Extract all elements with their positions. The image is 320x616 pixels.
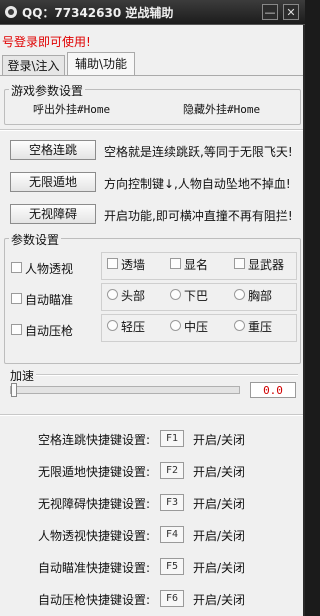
hotkey-field-aimbot[interactable]: F5: [160, 558, 184, 575]
wall-option-label: 透墙: [121, 258, 146, 272]
light-recoil-radio[interactable]: [107, 320, 118, 331]
close-button[interactable]: ✕: [283, 4, 299, 20]
login-notice: 号登录即可使用!: [2, 35, 91, 49]
wallhack-checkbox[interactable]: [11, 262, 22, 273]
wall-option-checkbox[interactable]: [107, 258, 118, 269]
name-option-checkbox[interactable]: [170, 258, 181, 269]
medium-recoil-radio[interactable]: [170, 320, 181, 331]
hotkey-action-underground: 开启/关闭: [193, 465, 246, 479]
hotkey-field-recoil[interactable]: F6: [160, 590, 184, 607]
jump-desc: 空格就是连续跳跃,等同于无限飞天!: [104, 145, 293, 159]
speed-slider-track[interactable]: [10, 386, 240, 394]
client-area: 号登录即可使用! 登录\注入 辅助\功能 游戏参数设置 呼出外挂#Home 隐藏…: [0, 25, 305, 616]
tab-login-inject[interactable]: 登录\注入: [2, 55, 65, 75]
call-hotkey-text: 呼出外挂#Home: [33, 103, 111, 116]
noclip-desc: 开启功能,即可横冲直撞不再有阻拦!: [104, 209, 293, 223]
recoil-label: 自动压枪: [25, 324, 74, 338]
title-bar[interactable]: QQ：77342630 逆战辅助 — ✕: [0, 0, 305, 25]
tab-assist-function[interactable]: 辅助\功能: [67, 52, 135, 75]
tab-divider: [0, 75, 303, 76]
hotkey-action-recoil: 开启/关闭: [193, 593, 246, 607]
speed-value: 0.0: [250, 382, 296, 398]
weapon-option-checkbox[interactable]: [234, 258, 245, 269]
hotkey-action-aimbot: 开启/关闭: [193, 561, 246, 575]
hide-hotkey-text: 隐藏外挂#Home: [183, 103, 261, 116]
aimbot-label: 自动瞄准: [25, 293, 74, 307]
aimbot-checkbox[interactable]: [11, 293, 22, 304]
hotkey-label-noclip: 无视障碍快捷键设置:: [37, 497, 150, 511]
speed-slider-thumb[interactable]: [11, 383, 17, 397]
hotkey-label-wallhack: 人物透视快捷键设置:: [37, 529, 150, 543]
name-option-label: 显名: [184, 258, 209, 272]
separator: [0, 414, 303, 416]
weapon-option-label: 显武器: [248, 258, 285, 272]
head-radio[interactable]: [107, 289, 118, 300]
hotkey-field-noclip[interactable]: F3: [160, 494, 184, 511]
hotkey-field-underground[interactable]: F2: [160, 462, 184, 479]
app-window: QQ：77342630 逆战辅助 — ✕ 号登录即可使用! 登录\注入 辅助\功…: [0, 0, 305, 616]
hotkey-action-noclip: 开启/关闭: [193, 497, 246, 511]
hotkey-label-recoil: 自动压枪快捷键设置:: [37, 593, 150, 607]
chest-radio[interactable]: [234, 289, 245, 300]
window-title: QQ：77342630 逆战辅助: [22, 6, 174, 20]
hotkey-label-aimbot: 自动瞄准快捷键设置:: [37, 561, 150, 575]
heavy-recoil-label: 重压: [248, 320, 273, 334]
separator: [0, 129, 303, 131]
hotkey-field-jump[interactable]: F1: [160, 430, 184, 447]
speed-separator: [36, 374, 298, 376]
chin-radio[interactable]: [170, 289, 181, 300]
wallhack-label: 人物透视: [25, 262, 74, 276]
chin-radio-label: 下巴: [184, 289, 209, 303]
underground-desc: 方向控制键↓,人物自动坠地不掉血!: [104, 177, 291, 191]
chest-radio-label: 胸部: [248, 289, 273, 303]
hotkey-action-jump: 开启/关闭: [193, 433, 246, 447]
medium-recoil-label: 中压: [184, 320, 209, 334]
noclip-button[interactable]: 无视障碍: [10, 204, 96, 224]
underground-button[interactable]: 无限遁地: [10, 172, 96, 192]
app-logo-icon: [5, 6, 17, 18]
game-params-label: 游戏参数设置: [9, 82, 86, 99]
jump-button[interactable]: 空格连跳: [10, 140, 96, 160]
speed-label: 加速: [10, 369, 35, 383]
recoil-checkbox[interactable]: [11, 324, 22, 335]
hotkey-action-wallhack: 开启/关闭: [193, 529, 246, 543]
head-radio-label: 头部: [121, 289, 146, 303]
minimize-button[interactable]: —: [262, 4, 278, 20]
heavy-recoil-radio[interactable]: [234, 320, 245, 331]
hotkey-label-underground: 无限遁地快捷键设置:: [37, 465, 150, 479]
hotkey-label-jump: 空格连跳快捷键设置:: [37, 433, 150, 447]
hotkey-field-wallhack[interactable]: F4: [160, 526, 184, 543]
params-label: 参数设置: [9, 231, 62, 248]
light-recoil-label: 轻压: [121, 320, 146, 334]
